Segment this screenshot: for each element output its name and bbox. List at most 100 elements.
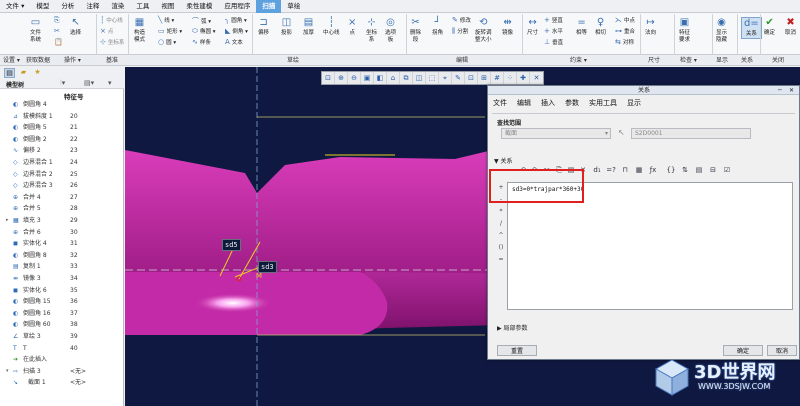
- centerline-small[interactable]: ┆ 中心线: [100, 16, 123, 24]
- dialog-menu-insert[interactable]: 插入: [536, 98, 560, 108]
- tree-row[interactable]: ▸ ▦ 填充 3 29: [0, 216, 124, 226]
- chamfer-tool[interactable]: ◣ 倒角 ▾: [225, 27, 248, 35]
- switch-dims-icon[interactable]: d₁: [592, 165, 602, 175]
- close-view-icon[interactable]: ✕: [530, 72, 543, 84]
- coincident-constraint[interactable]: ⊶ 重合: [615, 27, 635, 35]
- units-icon[interactable]: ⊓: [620, 165, 630, 175]
- midpoint-constraint[interactable]: ⋋ 中点: [615, 16, 635, 24]
- dialog-menu-utilities[interactable]: 实用工具: [584, 98, 622, 108]
- tree-row[interactable]: ⊕ 合并 5 28: [0, 204, 124, 214]
- point-small[interactable]: × 点: [100, 27, 113, 35]
- display-style-icon[interactable]: ◧: [374, 72, 387, 84]
- minimize-icon[interactable]: ─: [778, 86, 782, 95]
- braces-icon[interactable]: {}: [666, 165, 676, 175]
- scope-value-field[interactable]: S2D0001: [631, 128, 751, 139]
- group-constraints[interactable]: 约束 ▾: [570, 55, 587, 66]
- tree-row[interactable]: ∠ 草绘 3 39: [0, 332, 124, 342]
- tree-row[interactable]: ◐ 倒圆角 60 38: [0, 320, 124, 330]
- menu-item[interactable]: 注释: [80, 0, 105, 13]
- paste-button[interactable]: 📋: [54, 38, 65, 46]
- cancel-button[interactable]: ✖ 取消: [785, 17, 796, 37]
- verify-icon[interactable]: ⊟: [708, 165, 718, 175]
- expand-toggle-icon[interactable]: ▾: [6, 367, 9, 377]
- evaluate-icon[interactable]: =?: [606, 165, 616, 175]
- fillet-tool[interactable]: ╮ 圆角 ▾: [225, 16, 247, 24]
- dialog-menu-display[interactable]: 显示: [622, 98, 646, 108]
- check-box-icon[interactable]: ☑: [722, 165, 732, 175]
- palette-button[interactable]: ◎ 选项 板: [385, 17, 396, 44]
- rectangle-tool[interactable]: ▭ 矩形 ▾: [158, 27, 182, 35]
- select-button[interactable]: ↖ 选择: [70, 17, 81, 37]
- relations-button[interactable]: d= 关系: [741, 17, 762, 39]
- circle-tool[interactable]: ○ 圆 ▾: [158, 38, 176, 46]
- section-icon[interactable]: ◫: [413, 72, 426, 84]
- coordsys-button[interactable]: ⊹ 坐标 系: [366, 17, 377, 44]
- corner-button[interactable]: ┘ 拐角: [432, 17, 443, 37]
- line-tool[interactable]: ╲ 线 ▾: [158, 16, 174, 24]
- reset-button[interactable]: 重置: [497, 345, 537, 356]
- tree-row[interactable]: ∿ 偏移 2 23: [0, 146, 124, 156]
- symmetric-constraint[interactable]: ⇆ 对称: [615, 38, 634, 46]
- normal-button[interactable]: ↦ 法向: [645, 17, 656, 37]
- menu-item[interactable]: 扫描: [256, 0, 282, 13]
- dialog-menu-file[interactable]: 文件: [488, 98, 512, 108]
- centerline-button[interactable]: ┆ 中心线: [323, 17, 340, 37]
- tree-filter-icon[interactable]: ⫶▾: [60, 79, 65, 88]
- tree-row[interactable]: ◐ 倒圆角 16 37: [0, 309, 124, 319]
- menu-item[interactable]: 草绘: [281, 0, 306, 13]
- tree-row[interactable]: ◼ 实体化 4 31: [0, 239, 124, 249]
- multiply-operator[interactable]: *: [496, 206, 506, 218]
- zoom-out-icon[interactable]: ⊖: [348, 72, 361, 84]
- tree-row[interactable]: ◐ 倒圆角 4: [0, 100, 124, 110]
- tree-row[interactable]: ◇ 边界混合 3 26: [0, 181, 124, 191]
- menu-item[interactable]: 文件 ▾: [0, 0, 30, 13]
- zoom-in-icon[interactable]: ⊕: [335, 72, 348, 84]
- tree-row[interactable]: ◐ 倒圆角 2 22: [0, 135, 124, 145]
- dialog-menu-parameters[interactable]: 参数: [560, 98, 584, 108]
- tree-settings-icon[interactable]: ▤▾: [84, 79, 94, 87]
- ellipse-tool[interactable]: ⬭ 椭圆 ▾: [192, 27, 216, 36]
- perpendicular-constraint[interactable]: ⊥ 垂直: [544, 38, 563, 46]
- favorites-tab[interactable]: ★: [32, 68, 43, 78]
- sort-icon[interactable]: ⇅: [680, 165, 690, 175]
- tree-row[interactable]: ◐ 倒圆角 8 32: [0, 251, 124, 261]
- dimension-button[interactable]: ↔ 尺寸: [527, 17, 538, 37]
- folder-browser-tab[interactable]: ▰: [18, 68, 29, 78]
- saved-views-icon[interactable]: ⌂: [387, 72, 400, 84]
- menu-item[interactable]: 柔性建模: [180, 0, 218, 13]
- group-operations[interactable]: 操作 ▾: [64, 55, 81, 66]
- datum-display-icon[interactable]: ⌖: [439, 72, 452, 84]
- menu-item[interactable]: 渲染: [105, 0, 130, 13]
- spin-center-icon[interactable]: ✚: [517, 72, 530, 84]
- annotation-display-icon[interactable]: ✎: [452, 72, 465, 84]
- text-tool[interactable]: A 文本: [225, 38, 243, 46]
- tree-show-icon[interactable]: ▾: [108, 79, 112, 87]
- tree-row[interactable]: ▾ ⇨ 扫描 3 <无>: [0, 367, 124, 377]
- close-icon[interactable]: ✕: [789, 86, 794, 95]
- parameters-icon[interactable]: ▦: [634, 165, 644, 175]
- vertical-constraint[interactable]: + 竖直: [544, 16, 563, 24]
- model-tree-tab[interactable]: ▤: [4, 68, 15, 78]
- tree-row[interactable]: ◐ 倒圆角 5 21: [0, 123, 124, 133]
- dialog-menu-edit[interactable]: 编辑: [512, 98, 536, 108]
- perspective-icon[interactable]: ⬚: [426, 72, 439, 84]
- tree-row[interactable]: ➔ 在此插入: [0, 355, 124, 365]
- copy-button[interactable]: ⎘: [54, 16, 62, 25]
- group-inspect[interactable]: 检查 ▾: [680, 55, 697, 66]
- ok-button[interactable]: ✔ 确定: [764, 17, 775, 37]
- function-icon[interactable]: ƒx: [648, 165, 658, 175]
- tree-row[interactable]: ⇹ 镜像 3 34: [0, 274, 124, 284]
- menu-item[interactable]: 分析: [55, 0, 80, 13]
- tree-row[interactable]: ◇ 边界混合 2 25: [0, 170, 124, 180]
- tree-row[interactable]: ◼ 实体化 6 35: [0, 286, 124, 296]
- dimension-label-sd5[interactable]: sd5: [222, 239, 241, 251]
- point-button[interactable]: × 点: [348, 17, 356, 37]
- coordsys-small[interactable]: ⊹ 坐标系: [100, 38, 124, 46]
- horizontal-constraint[interactable]: + 水平: [544, 27, 563, 35]
- mirror-button[interactable]: ⇹ 镜像: [502, 17, 513, 37]
- tangent-button[interactable]: ♀ 相切: [595, 17, 606, 37]
- cut-button[interactable]: ✂: [54, 27, 62, 35]
- offset-button[interactable]: ⊐ 偏移: [258, 17, 269, 37]
- tree-row[interactable]: T T 40: [0, 344, 124, 354]
- arc-tool[interactable]: ⌒ 弧 ▾: [192, 16, 211, 26]
